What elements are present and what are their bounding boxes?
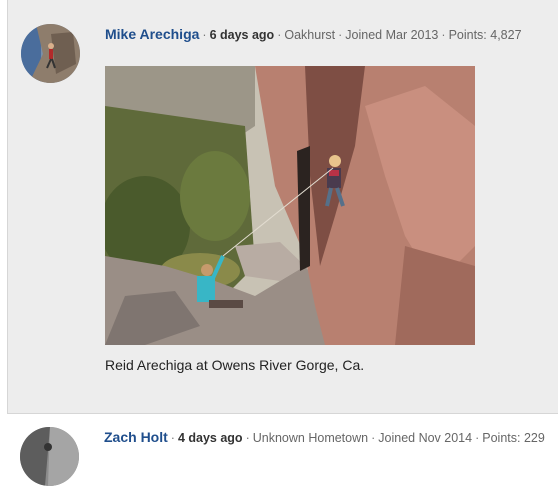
climber-avatar-icon	[21, 24, 80, 83]
separator: ·	[475, 431, 480, 445]
joined-date: Joined Nov 2014	[378, 431, 473, 445]
separator: ·	[371, 431, 376, 445]
separator: ·	[245, 431, 250, 445]
time-ago[interactable]: 4 days ago	[178, 431, 243, 445]
author-name-link[interactable]: Mike Arechiga	[105, 26, 199, 42]
separator: ·	[441, 28, 446, 42]
climber-avatar-icon	[20, 427, 79, 486]
post-meta: Zach Holt · 4 days ago · Unknown Hometown · Jo…	[104, 429, 545, 445]
separator: ·	[338, 28, 343, 42]
time-ago[interactable]: 6 days ago	[210, 28, 275, 42]
hometown: Oakhurst	[284, 28, 336, 42]
hometown: Unknown Hometown	[252, 431, 369, 445]
comment-post: Mike Arechiga · 6 days ago · Oakhurst · Joined…	[7, 0, 558, 413]
separator: ·	[202, 28, 207, 42]
author-avatar[interactable]	[20, 427, 79, 486]
points: Points: 229	[482, 431, 545, 445]
photo-caption: Reid Arechiga at Owens River Gorge, Ca.	[105, 357, 365, 373]
separator: ·	[277, 28, 282, 42]
rock-climbing-photo-icon	[100, 66, 475, 345]
points: Points: 4,827	[448, 28, 522, 42]
separator: ·	[170, 431, 175, 445]
author-name-link[interactable]: Zach Holt	[104, 429, 168, 445]
post-photo[interactable]	[100, 66, 475, 345]
author-avatar[interactable]	[21, 24, 80, 83]
joined-date: Joined Mar 2013	[345, 28, 439, 42]
comment-post: Zach Holt · 4 days ago · Unknown Hometown · Jo…	[7, 413, 558, 486]
post-meta: Mike Arechiga · 6 days ago · Oakhurst · Joined…	[105, 26, 522, 42]
